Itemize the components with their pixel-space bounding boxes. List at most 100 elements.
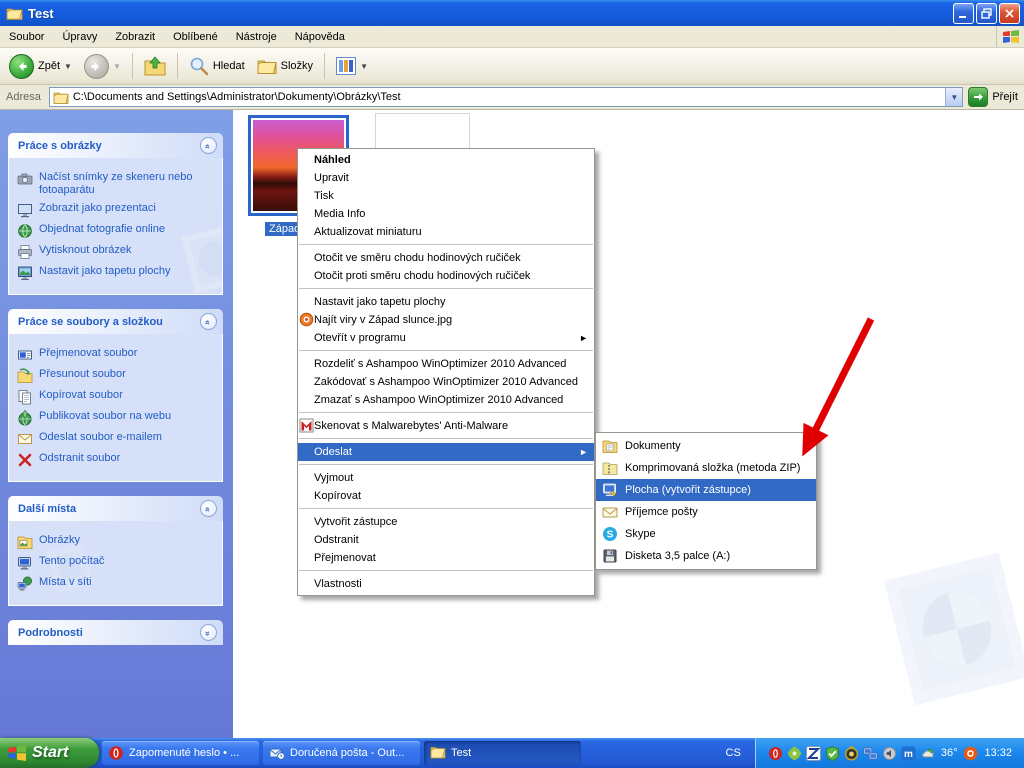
submenu-item-skype[interactable]: S Skype bbox=[596, 523, 816, 545]
search-button[interactable]: Hledat bbox=[184, 54, 250, 78]
task-label: Test bbox=[451, 747, 575, 759]
section-header[interactable]: Další místa « bbox=[8, 496, 223, 521]
task-dorucena-posta[interactable]: Doručená pošta - Out... bbox=[263, 741, 420, 765]
link-email-file[interactable]: Odeslat soubor e-mailem bbox=[17, 431, 218, 447]
address-bar: Adresa C:\Documents and Settings\Adminis… bbox=[0, 85, 1024, 110]
forward-button[interactable]: ▼ bbox=[79, 52, 126, 81]
opera-icon[interactable] bbox=[768, 746, 783, 761]
menu-item-tisk[interactable]: Tisk bbox=[298, 187, 594, 205]
restore-button[interactable] bbox=[976, 3, 997, 24]
link-copy-file[interactable]: Kopírovat soubor bbox=[17, 389, 218, 405]
temperature-indicator[interactable]: 36° bbox=[939, 747, 960, 759]
folders-button[interactable]: Složky bbox=[252, 56, 318, 77]
chevron-down-icon[interactable]: » bbox=[200, 624, 217, 641]
task-test[interactable]: Test bbox=[424, 741, 581, 765]
eye-icon[interactable] bbox=[844, 746, 859, 761]
submenu-item-zip[interactable]: Komprimovaná složka (metoda ZIP) bbox=[596, 457, 816, 479]
section-header[interactable]: Práce s obrázky « bbox=[8, 133, 223, 158]
green-flower-icon[interactable] bbox=[787, 746, 802, 761]
menu-item-rozdelit-ashampoo[interactable]: Rozdeliť s Ashampoo WinOptimizer 2010 Ad… bbox=[298, 355, 594, 373]
close-button[interactable] bbox=[999, 3, 1020, 24]
address-input[interactable]: C:\Documents and Settings\Administrator\… bbox=[49, 87, 963, 107]
link-delete-file[interactable]: Odstranit soubor bbox=[17, 452, 218, 468]
minimize-button[interactable] bbox=[953, 3, 974, 24]
windows-flag-icon bbox=[8, 745, 26, 761]
link-label: Odstranit soubor bbox=[39, 452, 120, 465]
shield-check-icon[interactable] bbox=[825, 746, 840, 761]
zonealarm-icon[interactable] bbox=[806, 746, 821, 761]
menu-napoveda[interactable]: Nápověda bbox=[286, 28, 354, 46]
desktop-screen: Test Soubor Úpravy Zobrazit Oblíbené Nás… bbox=[0, 0, 1024, 768]
link-order-prints[interactable]: Objednat fotografie online bbox=[17, 223, 218, 239]
safely-remove-icon[interactable] bbox=[920, 746, 935, 761]
menu-item-zmazat-ashampoo[interactable]: Zmazať s Ashampoo WinOptimizer 2010 Adva… bbox=[298, 391, 594, 409]
menu-item-odstranit[interactable]: Odstranit bbox=[298, 531, 594, 549]
menu-item-najit-viry[interactable]: Najít viry v Západ slunce.jpg bbox=[298, 311, 594, 329]
link-print-picture[interactable]: Vytisknout obrázek bbox=[17, 244, 218, 260]
malwarebytes-icon[interactable]: m bbox=[901, 746, 916, 761]
menu-item-prejmenovat[interactable]: Přejmenovat bbox=[298, 549, 594, 567]
copy-icon bbox=[17, 389, 33, 405]
link-get-pictures[interactable]: Načíst snímky ze skeneru nebo fotoaparát… bbox=[17, 171, 218, 197]
menu-upravy[interactable]: Úpravy bbox=[53, 28, 106, 46]
link-slideshow[interactable]: Zobrazit jako prezentaci bbox=[17, 202, 218, 218]
menu-zobrazit[interactable]: Zobrazit bbox=[106, 28, 164, 46]
section-header[interactable]: Práce se soubory a složkou « bbox=[8, 309, 223, 334]
task-zapomenute-heslo[interactable]: Zapomenuté heslo • ... bbox=[102, 741, 259, 765]
language-indicator[interactable]: CS bbox=[712, 738, 755, 768]
address-dropdown-button[interactable]: ▼ bbox=[945, 88, 962, 106]
menu-soubor[interactable]: Soubor bbox=[0, 28, 53, 46]
menu-item-vytvorit-zastupce[interactable]: Vytvořit zástupce bbox=[298, 513, 594, 531]
link-move-file[interactable]: Přesunout soubor bbox=[17, 368, 218, 384]
menu-item-kopirovat[interactable]: Kopírovat bbox=[298, 487, 594, 505]
menu-item-otocit-ccw[interactable]: Otočit proti směru chodu hodinových ruči… bbox=[298, 267, 594, 285]
menu-oblibene[interactable]: Oblíbené bbox=[164, 28, 227, 46]
menu-item-tapeta[interactable]: Nastavit jako tapetu plochy bbox=[298, 293, 594, 311]
skype-icon: S bbox=[602, 526, 618, 542]
menu-item-skenovat-malwarebytes[interactable]: Skenovat s Malwarebytes' Anti-Malware bbox=[298, 417, 594, 435]
link-rename-file[interactable]: Přejmenovat soubor bbox=[17, 347, 218, 363]
section-details: Podrobnosti » bbox=[8, 620, 223, 645]
ashampoo-icon[interactable] bbox=[963, 746, 978, 761]
submenu-item-disketa[interactable]: Disketa 3,5 palce (A:) bbox=[596, 545, 816, 567]
link-publish-file[interactable]: Publikovat soubor na webu bbox=[17, 410, 218, 426]
up-button[interactable] bbox=[139, 54, 171, 78]
link-pictures[interactable]: Obrázky bbox=[17, 534, 218, 550]
menu-item-odeslat[interactable]: Odeslat ► bbox=[298, 443, 594, 461]
link-my-computer[interactable]: Tento počítač bbox=[17, 555, 218, 571]
link-set-wallpaper[interactable]: Nastavit jako tapetu plochy bbox=[17, 265, 218, 281]
menu-item-otevrit-v-programu[interactable]: Otevřít v programu ► bbox=[298, 329, 594, 347]
volume-icon[interactable] bbox=[882, 746, 897, 761]
submenu-item-prijemce-posty[interactable]: Příjemce pošty bbox=[596, 501, 816, 523]
menu-nastroje[interactable]: Nástroje bbox=[227, 28, 286, 46]
menu-item-nahled[interactable]: Náhled bbox=[298, 151, 594, 169]
link-network-places[interactable]: Místa v síti bbox=[17, 576, 218, 592]
back-button[interactable]: Zpět ▼ bbox=[4, 52, 77, 81]
menu-item-media-info[interactable]: Media Info bbox=[298, 205, 594, 223]
chevron-up-icon[interactable]: « bbox=[200, 137, 217, 154]
zip-folder-icon bbox=[602, 460, 618, 476]
menu-item-vlastnosti[interactable]: Vlastnosti bbox=[298, 575, 594, 593]
go-button[interactable]: Přejít bbox=[968, 87, 1021, 107]
chevron-up-icon[interactable]: « bbox=[200, 500, 217, 517]
menu-item-vyjmout[interactable]: Vyjmout bbox=[298, 469, 594, 487]
start-button[interactable]: Start bbox=[0, 738, 99, 768]
clock[interactable]: 13:32 bbox=[982, 747, 1014, 759]
link-label: Zobrazit jako prezentaci bbox=[39, 202, 156, 215]
views-dropdown-icon[interactable]: ▼ bbox=[360, 62, 368, 71]
views-button[interactable]: ▼ bbox=[331, 55, 373, 77]
submenu-item-plocha[interactable]: Plocha (vytvořit zástupce) bbox=[596, 479, 816, 501]
back-dropdown-icon[interactable]: ▼ bbox=[64, 62, 72, 71]
submenu-item-dokumenty[interactable]: Dokumenty bbox=[596, 435, 816, 457]
menu-item-upravit[interactable]: Upravit bbox=[298, 169, 594, 187]
taskbar: Start Zapomenuté heslo • ... Doručená po… bbox=[0, 738, 1024, 768]
network-icon[interactable] bbox=[863, 746, 878, 761]
address-label: Adresa bbox=[3, 91, 44, 103]
section-header[interactable]: Podrobnosti » bbox=[8, 620, 223, 645]
menu-item-zakodovat-ashampoo[interactable]: Zakódovať s Ashampoo WinOptimizer 2010 A… bbox=[298, 373, 594, 391]
chevron-up-icon[interactable]: « bbox=[200, 313, 217, 330]
wallpaper-icon bbox=[17, 265, 33, 281]
menu-item-aktualizovat-miniaturu[interactable]: Aktualizovat miniaturu bbox=[298, 223, 594, 241]
task-label: Doručená pošta - Out... bbox=[290, 747, 414, 759]
menu-item-otocit-cw[interactable]: Otočit ve směru chodu hodinových ručiček bbox=[298, 249, 594, 267]
